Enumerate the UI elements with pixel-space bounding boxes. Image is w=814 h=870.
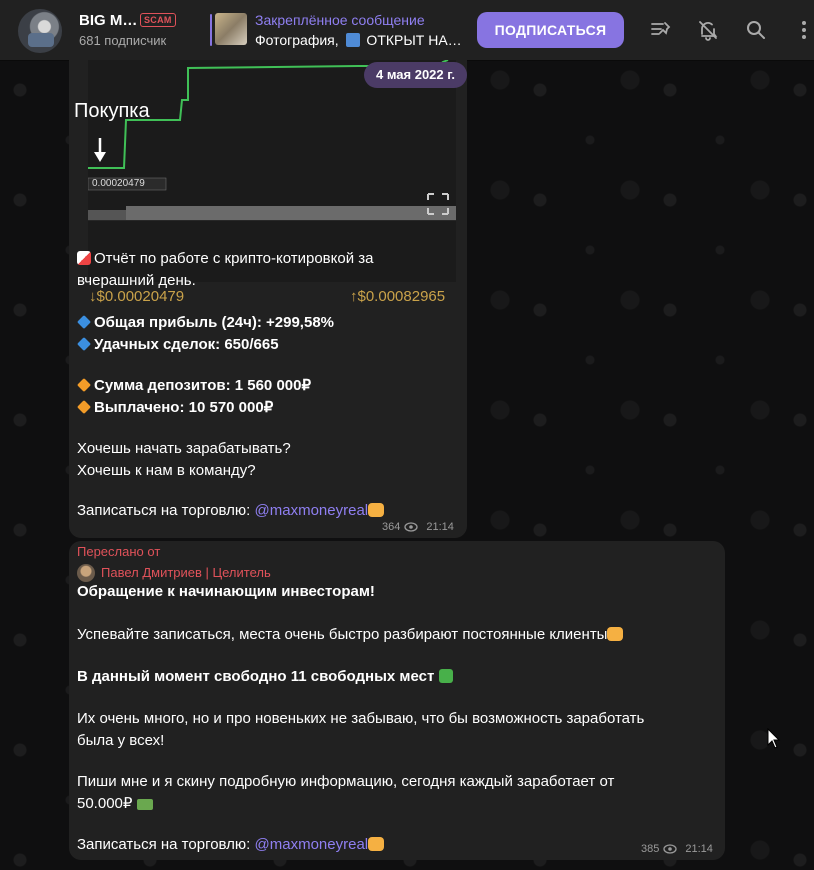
message-line: Отчёт по работе с крипто-котировкой за	[77, 248, 373, 270]
message-line: В данный момент свободно 11 свободных ме…	[77, 666, 456, 688]
message-meta: 385 21:14	[641, 843, 713, 855]
message-line: вчерашний день.	[77, 272, 196, 289]
message-line-text: Сумма депозитов: 1 560 000₽	[94, 377, 312, 394]
chart-price-tag: 0.00020479	[92, 178, 145, 189]
message-line: была у всех!	[77, 732, 165, 749]
message-line-text: Общая прибыль (24ч): +299,58%	[94, 314, 334, 331]
forwarded-label: Переслано от	[77, 544, 161, 559]
money-icon	[136, 799, 153, 810]
message-line: Удачных сделок: 650/665	[77, 334, 279, 356]
chart-annotation: Покупка	[74, 100, 150, 122]
forwarded-avatar[interactable]	[77, 564, 95, 582]
username-link[interactable]: @maxmoneyreal	[255, 502, 369, 519]
chat-header: BIG M… SCAM 681 подписчик Закреплённое с…	[0, 0, 814, 61]
mouse-cursor-icon	[767, 727, 781, 750]
subscriber-count: 681 подписчик	[79, 33, 167, 48]
eye-icon	[404, 522, 419, 532]
message-line-text: Записаться на торговлю:	[77, 502, 255, 519]
message-line: Записаться на торговлю: @maxmoneyreal	[77, 834, 387, 856]
orange-diamond-icon	[77, 378, 91, 392]
blue-diamond-icon	[77, 337, 91, 351]
message-line: Общая прибыль (24ч): +299,58%	[77, 312, 334, 334]
message-line-text: 50.000₽	[77, 795, 133, 812]
message-line-text: Записаться на торговлю:	[77, 836, 255, 853]
search-icon[interactable]	[744, 18, 768, 42]
message-line: Успевайте записаться, места очень быстро…	[77, 624, 626, 646]
message-time: 21:14	[685, 843, 713, 855]
writing-hand-icon	[368, 503, 385, 517]
date-pill: 4 мая 2022 г.	[364, 62, 467, 88]
message-bubble[interactable]: Переслано от Павел Дмитриев | Целитель О…	[69, 541, 725, 860]
channel-title[interactable]: BIG M…	[79, 12, 137, 29]
forwarded-from[interactable]: Павел Дмитриев | Целитель	[101, 565, 271, 580]
scam-badge: SCAM	[140, 13, 176, 27]
orange-diamond-icon	[77, 400, 91, 414]
pinned-thumbnail[interactable]	[215, 13, 247, 45]
channel-avatar[interactable]	[18, 9, 62, 53]
blue-diamond-icon	[77, 315, 91, 329]
view-count: 385	[641, 843, 660, 855]
message-time: 21:14	[426, 521, 454, 533]
message-line: Выплачено: 10 570 000₽	[77, 397, 273, 419]
message-line: Обращение к начинающим инвесторам!	[77, 583, 375, 600]
message-meta: 364 21:14	[382, 521, 454, 533]
chart-emoji-icon	[77, 251, 91, 265]
pinned-text[interactable]: Фотография, ОТКРЫТ НА…	[255, 32, 462, 48]
pinned-list-icon[interactable]	[648, 18, 672, 42]
writing-hand-icon	[368, 837, 385, 851]
subscribe-button[interactable]: ПОДПИСАТЬСЯ	[477, 12, 624, 48]
mute-bell-icon[interactable]	[696, 18, 720, 42]
message-line-text: Удачных сделок: 650/665	[94, 336, 279, 353]
message-line-text: Отчёт по работе с крипто-котировкой за	[94, 250, 374, 267]
check-mark-icon	[438, 669, 453, 683]
message-line: Хочешь к нам в команду?	[77, 462, 256, 479]
message-line: Их очень много, но и про новеньких не за…	[77, 710, 645, 727]
message-line: Пиши мне и я скину подробную информацию,…	[77, 773, 615, 790]
view-count: 364	[382, 521, 401, 533]
message-line-text: В данный момент свободно 11 свободных ме…	[77, 668, 435, 685]
more-menu-icon[interactable]	[792, 18, 806, 42]
message-bubble[interactable]: Покупка 0.00020479 4 мая 2022 г. ↓$0.000…	[69, 60, 467, 538]
message-line-text: Выплачено: 10 570 000₽	[94, 399, 274, 416]
pinned-text-head: Фотография,	[255, 32, 343, 48]
picture-emoji-icon	[345, 33, 360, 47]
price-high: ↑$0.00082965	[350, 288, 446, 305]
message-line: 50.000₽	[77, 793, 156, 815]
message-line: Хочешь начать зарабатывать?	[77, 440, 291, 457]
message-line-text: Успевайте записаться, места очень быстро…	[77, 626, 608, 643]
message-line: Сумма депозитов: 1 560 000₽	[77, 375, 311, 397]
pinned-indicator	[210, 14, 212, 46]
raising-hands-icon	[607, 627, 624, 641]
pinned-label[interactable]: Закреплённое сообщение	[255, 12, 425, 28]
username-link[interactable]: @maxmoneyreal	[255, 836, 369, 853]
pinned-text-tail: ОТКРЫТ НА…	[362, 32, 462, 48]
message-line: Записаться на торговлю: @maxmoneyreal	[77, 500, 387, 522]
eye-icon	[663, 844, 678, 854]
